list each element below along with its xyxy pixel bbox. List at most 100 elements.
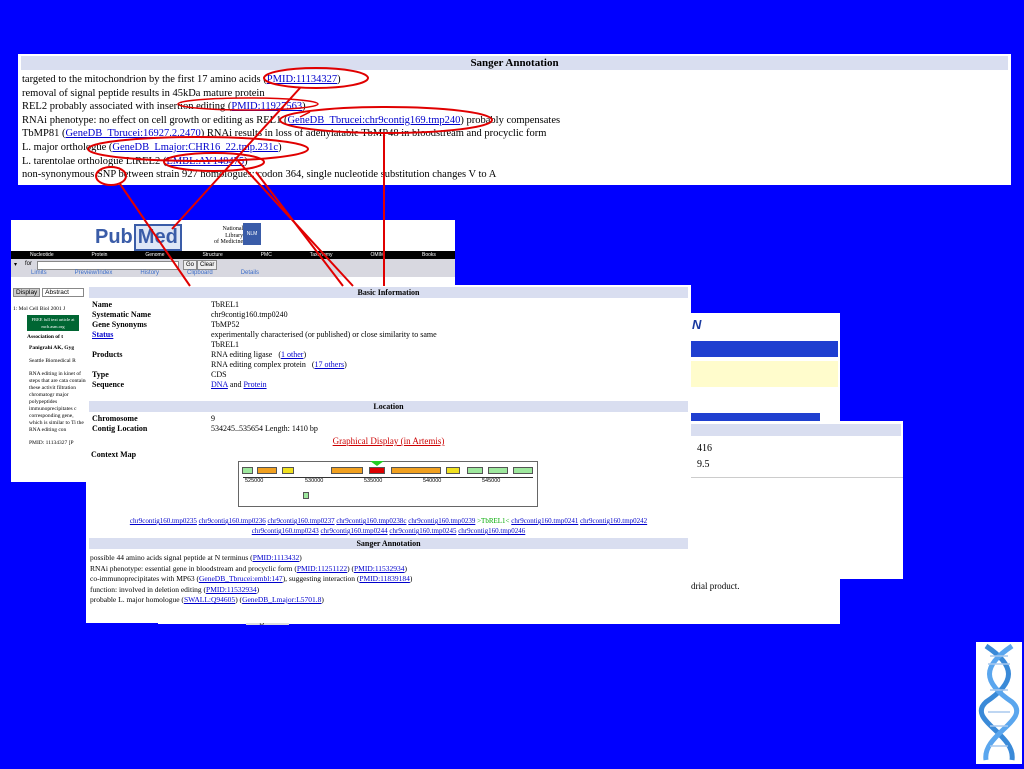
current-gene-label: >TbREL1< [477, 517, 510, 525]
nlm-text: National Library of Medicine [214, 226, 244, 245]
annotation-link[interactable]: GeneDB_Lmajor:CHR16_22.tmp.231c [112, 142, 278, 153]
pmid-text: PMID: 11134327 [P [29, 440, 74, 446]
status-link[interactable]: Status [92, 330, 113, 339]
annotation-line: TbMP81 (GeneDB_Tbrucei:16927.2.2470) RNA… [22, 128, 547, 140]
nav-item[interactable]: PMC [261, 251, 272, 259]
gene-annotation-line: probable L. major homologue (SWALL:Q9460… [90, 595, 324, 604]
nav-item[interactable]: Nucleotide [30, 251, 54, 259]
display-format-select[interactable]: Abstract [42, 288, 85, 297]
annotation-link[interactable]: PMID:11532934 [354, 564, 405, 573]
gene-annotations: possible 44 amino acids signal peptide a… [86, 551, 691, 608]
artemis-link[interactable]: Graphical Display (in Artemis) [86, 436, 691, 446]
tab-details[interactable]: Details [241, 270, 259, 276]
search-input[interactable] [37, 261, 179, 270]
current-gene-marker-icon [370, 461, 384, 466]
gene-annotation-line: RNAi phenotype: essential gene in bloods… [90, 563, 408, 573]
nav-item[interactable]: Books [422, 251, 436, 259]
citation[interactable]: 1: Mol Cell Biol 2001 J [13, 306, 88, 313]
gene-box[interactable] [282, 467, 294, 474]
free-fulltext-badge[interactable]: FREE full text article at mcb.asm.org [27, 315, 79, 331]
header-bar [690, 341, 838, 357]
tab-clipboard[interactable]: Clipboard [187, 270, 213, 276]
nav-item[interactable]: Protein [92, 251, 108, 259]
context-map[interactable]: 525000 530000 535000 540000 545000 [238, 461, 538, 507]
annotation-link[interactable]: GeneDB_Tbrucei:embl:147 [199, 574, 283, 583]
article-title: Association of t [27, 334, 64, 340]
status-value: experimentally characterised (or publish… [211, 330, 437, 339]
location-header: Location [89, 401, 688, 412]
side-table-window: 416 9.5 [655, 421, 903, 579]
search-db-select[interactable]: ▾ [14, 261, 17, 268]
gene-box[interactable] [391, 467, 441, 474]
basic-info-header: Basic Information [89, 287, 688, 298]
basic-info-table: Name TbREL1 Systematic Name chr9contig160.… [90, 300, 688, 390]
display-controls: Display Abstract [13, 288, 85, 297]
axis-tick: 535000 [364, 478, 383, 484]
annotation-line: L. tarentolae orthologue LtREL2 (EMBL:AY… [22, 155, 248, 167]
pubmed-nav-bar: Nucleotide Protein Genome Structure PMC … [11, 251, 455, 259]
side-value-1: 416 [697, 443, 712, 454]
annotation-line: REL2 probably associated with insertion … [22, 101, 306, 113]
gene-name: TbREL1 [211, 300, 239, 309]
abstract-text: RNA editing in kinet of steps that are c… [29, 371, 88, 433]
products-list: TbREL1 RNA editing ligase (1 other) RNA … [211, 340, 347, 369]
annotation-link[interactable]: SWALL:Q94605 [184, 595, 235, 604]
gene-box[interactable] [331, 467, 363, 474]
dna-helix-icon [976, 642, 1022, 764]
side-header [657, 424, 901, 436]
other-products-link[interactable]: 17 others [315, 360, 345, 369]
clear-button[interactable]: Clear [197, 260, 218, 270]
sanger-annotation-panel: Sanger Annotation targeted to the mitoch… [18, 54, 1011, 185]
display-button[interactable]: Display [13, 288, 41, 297]
annotation-link[interactable]: PMID:11839184 [359, 574, 410, 583]
gene-box[interactable] [513, 467, 533, 474]
nav-item[interactable]: Taxonomy [310, 251, 333, 259]
contig-value: 534245..535654 Length: 1410 bp [211, 424, 318, 433]
go-button[interactable]: Go [183, 260, 198, 270]
gene-box[interactable] [242, 467, 253, 474]
type-value: CDS [211, 370, 227, 379]
systematic-name: chr9contig160.tmp0240 [211, 310, 288, 319]
side-value-2: 9.5 [697, 459, 710, 470]
pubmed-sub-tabs: Limits Preview/Index History Clipboard D… [11, 270, 475, 276]
gene-box[interactable] [303, 492, 309, 499]
nav-item[interactable]: OMIM [370, 251, 384, 259]
divider [655, 477, 903, 478]
sanger-annotation-header: Sanger Annotation [21, 56, 1008, 70]
gene-box[interactable] [488, 467, 508, 474]
annotation-line: removal of signal peptide results in 45k… [22, 87, 265, 99]
window-title-fragment: N [692, 317, 702, 332]
tab-preview[interactable]: Preview/Index [75, 270, 113, 276]
protein-link[interactable]: Protein [243, 380, 266, 389]
gene-box[interactable] [467, 467, 483, 474]
tab-limits[interactable]: Limits [31, 270, 47, 276]
annotation-link[interactable]: EMBL:AY148475 [166, 156, 244, 167]
tab-history[interactable]: History [140, 270, 159, 276]
annotation-link[interactable]: PMID:1113432 [253, 553, 300, 562]
current-gene-box[interactable] [369, 467, 385, 474]
annotation-link[interactable]: GeneDB_Tbrucei:16927.2.2470 [65, 128, 200, 139]
annotation-link[interactable]: PMID:11927563 [231, 101, 302, 112]
gene-synonyms: TbMP52 [211, 320, 240, 329]
annotation-link[interactable]: PMID:11251122 [297, 564, 347, 573]
nav-item[interactable]: Structure [202, 251, 222, 259]
yellow-box [690, 361, 838, 387]
gene-box[interactable] [446, 467, 460, 474]
authors[interactable]: Panigrahi AK, Gyg [29, 345, 88, 352]
gene-info-window: Basic Information Name TbREL1 Systematic … [86, 285, 691, 623]
pubmed-logo[interactable]: Pub Med [95, 224, 183, 251]
axis-tick: 525000 [245, 478, 264, 484]
annotation-link[interactable]: PMID:11532934 [206, 585, 257, 594]
annotation-line: targeted to the mitochondrion by the fir… [22, 74, 341, 85]
dna-link[interactable]: DNA [211, 380, 228, 389]
other-products-link[interactable]: 1 other [281, 350, 303, 359]
annotation-link[interactable]: GeneDB_Tbrucei:chr9contig169.tmp240 [287, 115, 460, 126]
gene-annotation-line: function: involved in deletion editing (… [90, 584, 260, 594]
annotation-link[interactable]: GeneDB_Lmajor:L5701.8 [242, 595, 321, 604]
nav-item[interactable]: Genome [145, 251, 164, 259]
axis-tick: 530000 [305, 478, 324, 484]
gene-box[interactable] [257, 467, 277, 474]
affiliation: Seattle Biomedical R [29, 358, 76, 364]
annotation-line: L. major orthologue (GeneDB_Lmajor:CHR16… [22, 141, 282, 153]
annotation-link[interactable]: PMID:11134327 [267, 74, 337, 85]
